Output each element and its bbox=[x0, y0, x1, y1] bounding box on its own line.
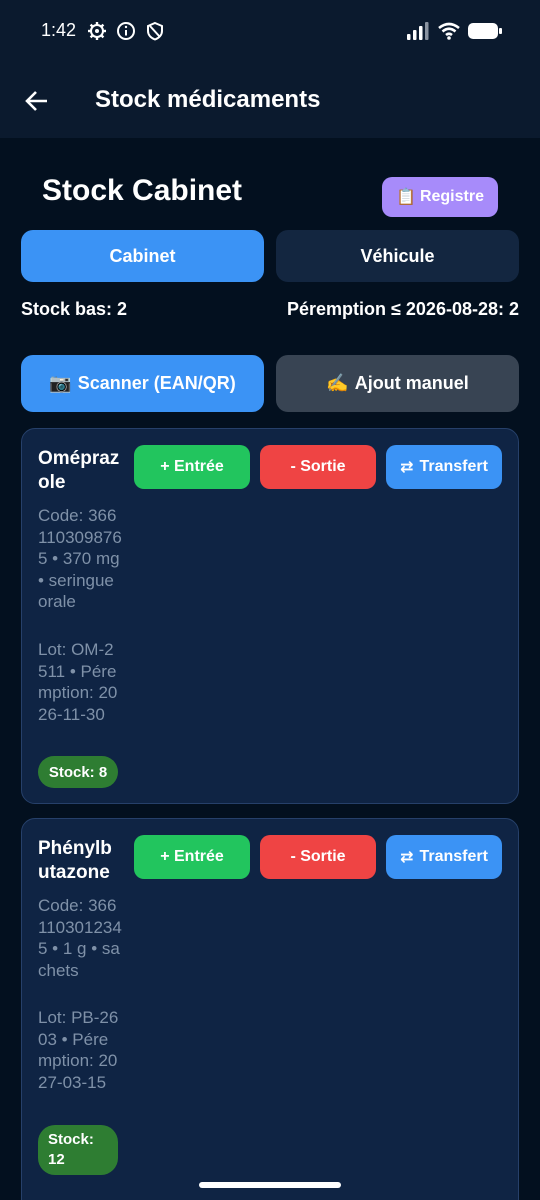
medication-details: Code: 3661103098765 • 370 mg • seringue … bbox=[38, 506, 122, 611]
writing-hand-icon: ✍️ bbox=[326, 373, 349, 393]
low-stock-count: Stock bas: 2 bbox=[21, 299, 128, 319]
arrow-left-icon[interactable] bbox=[22, 86, 52, 116]
tab-cabinet[interactable]: Cabinet bbox=[21, 230, 264, 282]
app-bar: Stock médicaments bbox=[0, 64, 540, 138]
expiry-count: Péremption ≤ 2026-08-28: 2 bbox=[287, 299, 519, 319]
camera-icon: 📷 bbox=[49, 373, 72, 393]
stock-badge: Stock: 12 bbox=[38, 1125, 118, 1175]
medication-name: Phénylbutazone bbox=[38, 838, 112, 883]
medication-lot: Lot: PB-2603 • Péremption: 2027-03-15 bbox=[38, 1008, 119, 1092]
stock-badge: Stock: 8 bbox=[38, 756, 118, 788]
gear-icon bbox=[88, 22, 106, 40]
scan-label: Scanner (EAN/QR) bbox=[77, 373, 236, 393]
transfer-button[interactable]: ⇄ Transfert bbox=[386, 835, 502, 879]
status-bar: 1:42 bbox=[0, 0, 540, 64]
transfer-icon: ⇄ bbox=[400, 459, 414, 476]
exit-button[interactable]: - Sortie bbox=[260, 835, 376, 879]
medication-card: Phénylbutazone Code: 3661103012345 • 1 g… bbox=[21, 818, 519, 1200]
clipboard-icon: 📋 bbox=[396, 189, 416, 206]
battery-icon bbox=[468, 23, 502, 39]
transfer-icon: ⇄ bbox=[400, 849, 414, 866]
entry-button[interactable]: + Entrée bbox=[134, 835, 250, 879]
info-icon bbox=[117, 22, 135, 40]
medication-lot: Lot: OM-2511 • Péremption: 2026-11-30 bbox=[38, 640, 118, 724]
medication-details: Code: 3661103012345 • 1 g • sachets bbox=[38, 896, 122, 980]
medication-name: Oméprazole bbox=[38, 448, 120, 493]
registre-label: Registre bbox=[419, 188, 484, 205]
page-title: Stock Cabinet bbox=[42, 174, 243, 207]
status-time: 1:42 bbox=[41, 20, 77, 40]
wifi-icon bbox=[438, 22, 460, 40]
shield-icon bbox=[147, 21, 163, 41]
medication-card: Oméprazole Code: 3661103098765 • 370 mg … bbox=[21, 428, 519, 804]
manual-add-label: Ajout manuel bbox=[354, 373, 469, 393]
home-indicator[interactable] bbox=[199, 1182, 341, 1188]
signal-icon bbox=[407, 22, 429, 40]
entry-button[interactable]: + Entrée bbox=[134, 445, 250, 489]
registre-button[interactable]: 📋 Registre bbox=[382, 177, 498, 217]
tab-vehicule[interactable]: Véhicule bbox=[276, 230, 519, 282]
transfer-label: Transfert bbox=[419, 458, 488, 475]
transfer-button[interactable]: ⇄ Transfert bbox=[386, 445, 502, 489]
manual-add-button[interactable]: ✍️ Ajout manuel bbox=[276, 355, 519, 412]
transfer-label: Transfert bbox=[419, 848, 488, 865]
scan-button[interactable]: 📷 Scanner (EAN/QR) bbox=[21, 355, 264, 412]
exit-button[interactable]: - Sortie bbox=[260, 445, 376, 489]
app-bar-title: Stock médicaments bbox=[95, 86, 321, 113]
